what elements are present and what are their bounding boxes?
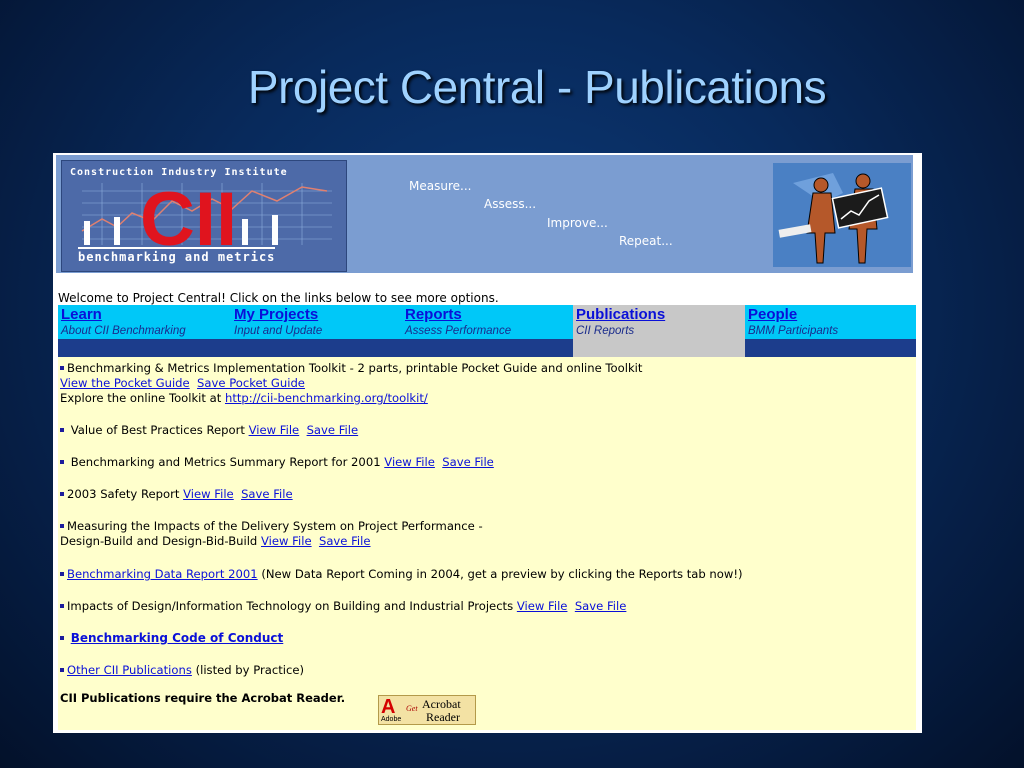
tab-reports-subtitle: Assess Performance	[405, 325, 512, 337]
logo-bottom-text: benchmarking and metrics	[78, 247, 276, 264]
list-item-code-of-conduct: Benchmarking Code of Conduct	[60, 631, 283, 646]
toolkit-url-link[interactable]: http://cii-benchmarking.org/toolkit/	[225, 391, 428, 405]
tab-my-projects-title[interactable]: My Projects	[234, 306, 402, 324]
list-item-toolkit-explore: Explore the online Toolkit at http://cii…	[60, 391, 428, 405]
tagline-improve: Improve...	[547, 216, 608, 230]
list-item-other-publications: Other CII Publications (listed by Practi…	[60, 663, 304, 678]
delivery-save-link[interactable]: Save File	[319, 534, 371, 548]
tab-my-projects[interactable]: My Projects Input and Update	[231, 305, 402, 339]
tagline-repeat: Repeat...	[619, 234, 673, 248]
get-acrobat-reader-button[interactable]: A Adobe Get Acrobat Reader	[378, 695, 476, 725]
list-item-best-practices: Value of Best Practices Report View File…	[60, 423, 358, 438]
tab-learn-title[interactable]: Learn	[61, 306, 231, 324]
bullet-icon	[60, 635, 64, 640]
list-item-data-report: Benchmarking Data Report 2001 (New Data …	[60, 567, 743, 582]
tagline-assess: Assess...	[484, 197, 537, 211]
tab-underline-strip	[58, 339, 916, 357]
bullet-icon	[60, 571, 64, 576]
reader-label: Reader	[426, 710, 460, 724]
adobe-a-icon: A	[381, 696, 396, 718]
safety-2003-view-link[interactable]: View File	[183, 487, 234, 501]
list-item-pocket-guide: View the Pocket Guide Save Pocket Guide	[60, 376, 305, 391]
slide-title: Project Central - Publications	[247, 61, 827, 113]
main-tabs: Learn About CII Benchmarking My Projects…	[58, 305, 916, 339]
publications-list: Benchmarking & Metrics Implementation To…	[58, 357, 916, 730]
bullet-icon	[60, 603, 64, 608]
tab-reports[interactable]: Reports Assess Performance	[402, 305, 573, 339]
tagline-measure: Measure...	[409, 179, 472, 193]
tab-my-projects-subtitle: Input and Update	[234, 325, 323, 337]
data-report-2001-link[interactable]: Benchmarking Data Report 2001	[67, 567, 258, 581]
tab-learn[interactable]: Learn About CII Benchmarking	[58, 305, 231, 339]
design-it-view-link[interactable]: View File	[517, 599, 568, 613]
tab-people-subtitle: BMM Participants	[748, 325, 839, 337]
code-of-conduct-link[interactable]: Benchmarking Code of Conduct	[71, 631, 284, 645]
tab-people[interactable]: People BMM Participants	[745, 305, 916, 339]
cii-logo: Construction Industry Institute CII benc…	[61, 160, 347, 272]
list-item-toolkit: Benchmarking & Metrics Implementation To…	[60, 361, 642, 376]
view-pocket-guide-link[interactable]: View the Pocket Guide	[60, 376, 190, 390]
people-chart-icon	[773, 163, 911, 267]
tab-reports-title[interactable]: Reports	[405, 306, 573, 324]
best-practices-save-link[interactable]: Save File	[307, 423, 359, 437]
best-practices-view-link[interactable]: View File	[249, 423, 300, 437]
project-central-screenshot: Construction Industry Institute CII benc…	[53, 153, 922, 733]
bullet-icon	[60, 523, 64, 528]
list-item-delivery-system: Measuring the Impacts of the Delivery Sy…	[60, 519, 483, 534]
list-item-summary-2001: Benchmarking and Metrics Summary Report …	[60, 455, 494, 470]
delivery-view-link[interactable]: View File	[261, 534, 312, 548]
welcome-message: Welcome to Project Central! Click on the…	[58, 291, 499, 305]
site-banner: Construction Industry Institute CII benc…	[56, 155, 913, 273]
active-tab-strip	[573, 339, 745, 357]
safety-2003-save-link[interactable]: Save File	[241, 487, 293, 501]
summary-2001-view-link[interactable]: View File	[384, 455, 435, 469]
tab-people-title[interactable]: People	[748, 306, 916, 324]
get-label: Get	[406, 704, 418, 713]
list-item-design-it: Impacts of Design/Information Technology…	[60, 599, 626, 614]
other-publications-link[interactable]: Other CII Publications	[67, 663, 192, 677]
measuring-people-illustration	[773, 163, 911, 267]
tab-learn-subtitle: About CII Benchmarking	[61, 325, 186, 337]
summary-2001-save-link[interactable]: Save File	[442, 455, 494, 469]
bullet-icon	[60, 491, 64, 496]
save-pocket-guide-link[interactable]: Save Pocket Guide	[197, 376, 305, 390]
acrobat-requirement-note: CII Publications require the Acrobat Rea…	[60, 691, 346, 705]
tab-publications[interactable]: Publications CII Reports	[573, 305, 745, 339]
bullet-icon	[60, 667, 64, 672]
tab-publications-subtitle: CII Reports	[576, 325, 635, 337]
tab-publications-title[interactable]: Publications	[576, 306, 745, 324]
adobe-label: Adobe	[381, 716, 402, 723]
bullet-icon	[60, 365, 64, 370]
bullet-icon	[60, 427, 64, 432]
design-it-save-link[interactable]: Save File	[575, 599, 627, 613]
list-item-delivery-system-2: Design-Build and Design-Bid-Build View F…	[60, 534, 371, 548]
bullet-icon	[60, 459, 64, 464]
list-item-safety-2003: 2003 Safety Report View File Save File	[60, 487, 293, 502]
